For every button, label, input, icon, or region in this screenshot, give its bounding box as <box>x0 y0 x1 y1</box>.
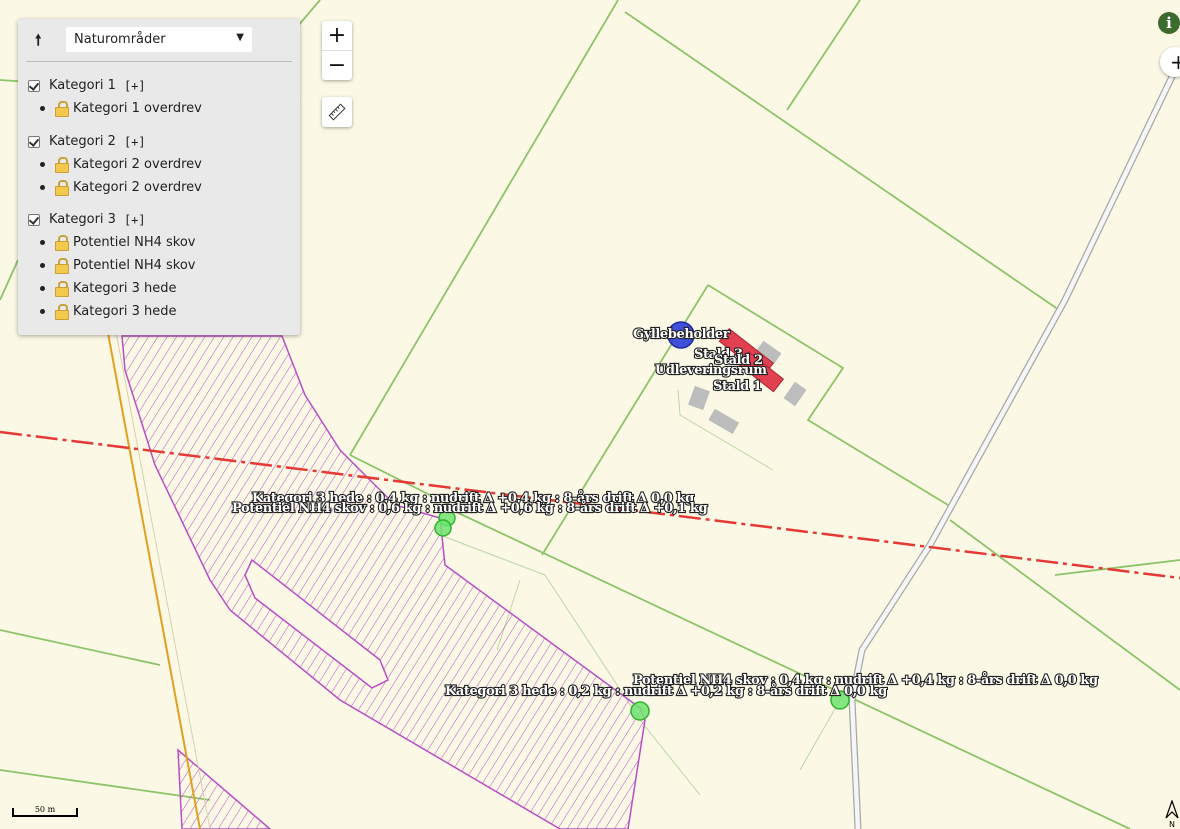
legend-item-label: Potentiel NH4 skov <box>73 258 196 273</box>
measure-control <box>322 97 352 127</box>
receptor-b <box>434 519 452 537</box>
zoom-in-button[interactable]: + <box>322 21 352 50</box>
nature-area-hatched <box>121 335 646 829</box>
ruler-button[interactable] <box>322 97 352 126</box>
legend-item-label: Kategori 2 overdrev <box>73 157 202 172</box>
lock-icon <box>55 100 69 117</box>
info-button[interactable]: i <box>1158 12 1180 34</box>
legend-item: Kategori 2 overdrev <box>28 153 202 176</box>
legend-item: Potentiel NH4 skov <box>28 231 196 254</box>
theme-dropdown-value: Naturområder <box>74 32 166 47</box>
road <box>848 58 1180 829</box>
legend-item-label: Kategori 2 overdrev <box>73 180 202 195</box>
north-arrow-icon: N <box>1165 800 1179 828</box>
legend-item: Kategori 1 overdrev <box>28 97 202 120</box>
label-deposition-d: Kategori 3 hede : 0,2 kg : nudrift Δ +0,… <box>445 683 887 699</box>
up-arrow-icon[interactable]: 🠕 <box>35 30 41 55</box>
bullet-icon <box>40 263 45 268</box>
north-label: N <box>1169 820 1175 828</box>
bullet-icon <box>40 185 45 190</box>
ruler-icon <box>328 103 346 120</box>
legend-item-label: Kategori 3 hede <box>73 304 177 319</box>
kategori-3-expand[interactable]: [+] <box>124 209 146 231</box>
label-stald-1: Stald 1 <box>713 379 762 394</box>
legend-item: Kategori 3 hede <box>28 277 196 300</box>
kategori-2-expand[interactable]: [+] <box>124 131 146 153</box>
kategori-1-checkbox[interactable] <box>28 80 40 92</box>
scale-bar-label: 50 m <box>34 805 56 814</box>
bullet-icon <box>40 106 45 111</box>
theme-dropdown[interactable]: Naturområder ▼ <box>66 27 252 52</box>
legend-group-kategori-3: Kategori 3 [+] Potentiel NH4 skov Potent… <box>28 209 196 323</box>
legend-divider <box>26 61 292 62</box>
zoom-control: + − <box>322 21 352 80</box>
legend-item: Kategori 3 hede <box>28 300 196 323</box>
legend-item: Kategori 2 overdrev <box>28 176 202 199</box>
legend-item-label: Kategori 3 hede <box>73 281 177 296</box>
lock-icon <box>55 303 69 320</box>
legend-group-kategori-2: Kategori 2 [+] Kategori 2 overdrev Kateg… <box>28 131 202 199</box>
legend-item-label: Kategori 1 overdrev <box>73 101 202 116</box>
kategori-3-checkbox[interactable] <box>28 214 40 226</box>
lock-icon <box>55 179 69 196</box>
label-udleveringsrum: Udleveringsrum <box>655 363 767 378</box>
caret-down-icon: ▼ <box>236 32 244 43</box>
kategori-3-label: Kategori 3 <box>49 212 116 227</box>
bullet-icon <box>40 162 45 167</box>
kategori-2-label: Kategori 2 <box>49 134 116 149</box>
bullet-icon <box>40 240 45 245</box>
bullet-icon <box>40 309 45 314</box>
receptor-d <box>630 701 650 721</box>
label-deposition-b: Potentiel NH4 skov : 0,6 kg : nudrift Δ … <box>232 500 707 516</box>
bullet-icon <box>40 286 45 291</box>
lock-icon <box>55 280 69 297</box>
kategori-1-label: Kategori 1 <box>49 78 116 93</box>
legend-header: 🠕 Naturområder ▼ <box>18 19 300 61</box>
legend-item: Potentiel NH4 skov <box>28 254 196 277</box>
legend-group-kategori-1: Kategori 1 [+] Kategori 1 overdrev <box>28 75 202 120</box>
legend-item-label: Potentiel NH4 skov <box>73 235 196 250</box>
lock-icon <box>55 234 69 251</box>
lock-icon <box>55 156 69 173</box>
scale-bar: 50 m <box>12 805 80 818</box>
label-gyllebeholder: Gyllebeholder <box>633 327 730 342</box>
kategori-2-checkbox[interactable] <box>28 136 40 148</box>
lock-icon <box>55 257 69 274</box>
layer-legend-panel: 🠕 Naturområder ▼ Kategori 1 [+] Kategori… <box>18 19 300 335</box>
kategori-1-expand[interactable]: [+] <box>124 75 146 97</box>
zoom-out-button[interactable]: − <box>322 51 352 80</box>
